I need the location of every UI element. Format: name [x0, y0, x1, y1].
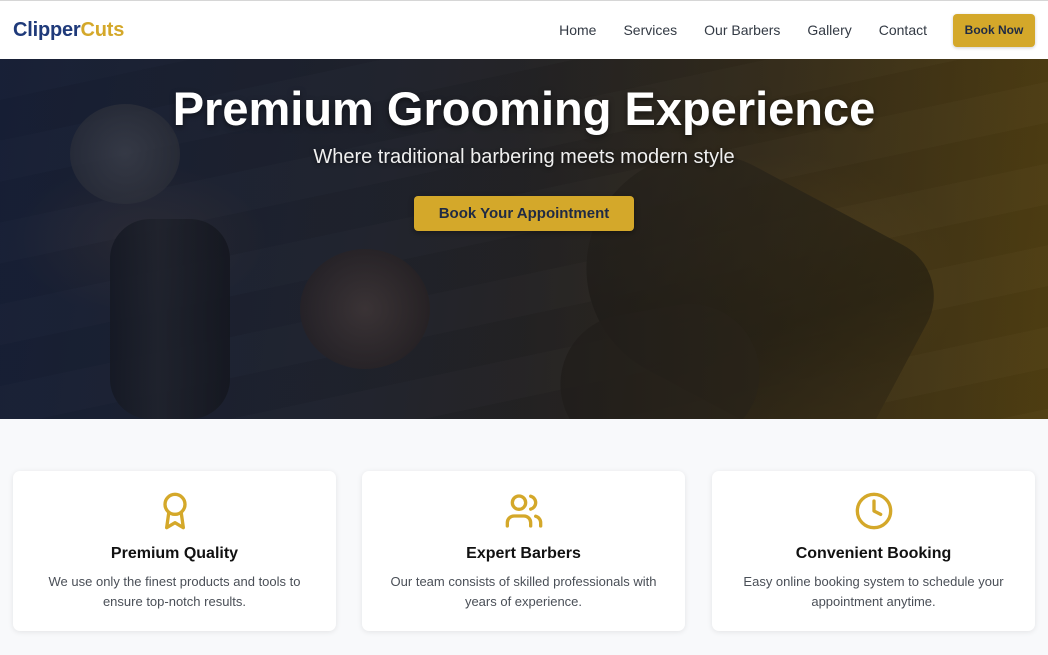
hero-content: Premium Grooming Experience Where tradit…: [0, 59, 1048, 419]
feature-title: Premium Quality: [110, 545, 239, 562]
feature-description: Our team consists of skilled professiona…: [390, 574, 657, 609]
nav-link-our-barbers[interactable]: Our Barbers: [704, 22, 780, 38]
logo[interactable]: ClipperCuts: [13, 19, 124, 42]
logo-text-clipper: Clipper: [13, 18, 81, 41]
clock-icon: [712, 491, 1035, 531]
logo-text-cuts: Cuts: [80, 18, 125, 41]
main-nav: Home Services Our Barbers Gallery Contac…: [559, 13, 1035, 47]
feature-title: Expert Barbers: [466, 545, 581, 562]
nav-link-home[interactable]: Home: [559, 22, 596, 38]
feature-description: Easy online booking system to schedule y…: [743, 574, 1004, 609]
features-section: Premium Quality We use only the finest p…: [0, 419, 1048, 655]
book-appointment-button[interactable]: Book Your Appointment: [414, 196, 634, 231]
hero-subtitle: Where traditional barbering meets modern…: [313, 146, 735, 168]
hero-title: Premium Grooming Experience: [172, 82, 876, 135]
nav-link-gallery[interactable]: Gallery: [807, 22, 851, 38]
feature-card-expert-barbers: Expert Barbers Our team consists of skil…: [362, 471, 685, 631]
feature-description: We use only the finest products and tool…: [48, 574, 301, 609]
users-icon: [362, 491, 685, 531]
feature-card-convenient-booking: Convenient Booking Easy online booking s…: [712, 471, 1035, 631]
nav-link-contact[interactable]: Contact: [879, 22, 927, 38]
hero-section: Premium Grooming Experience Where tradit…: [0, 59, 1048, 419]
nav-link-services[interactable]: Services: [623, 22, 677, 38]
feature-title: Convenient Booking: [795, 545, 952, 562]
site-header: ClipperCuts Home Services Our Barbers Ga…: [0, 0, 1048, 59]
book-now-button[interactable]: Book Now: [953, 13, 1035, 47]
award-icon: [13, 491, 336, 531]
feature-card-premium-quality: Premium Quality We use only the finest p…: [13, 471, 336, 631]
